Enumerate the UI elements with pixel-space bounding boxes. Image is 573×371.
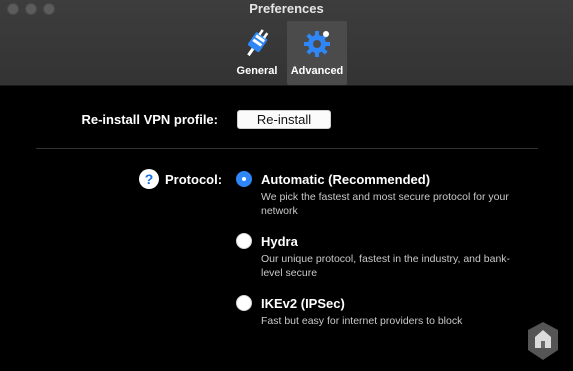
protocol-label: Protocol:	[165, 172, 223, 187]
radio-ikev2[interactable]	[236, 295, 252, 311]
gear-icon	[287, 26, 347, 60]
reinstall-button[interactable]: Re-install	[237, 110, 331, 129]
help-icon[interactable]: ?	[139, 169, 159, 189]
option-hydra-title: Hydra	[261, 234, 298, 249]
option-hydra-description: Our unique protocol, fastest in the indu…	[261, 253, 511, 279]
section-divider	[36, 148, 538, 149]
option-ikev2-description: Fast but easy for internet providers to …	[261, 315, 463, 327]
window-titlebar: Preferences General Advanced	[0, 0, 573, 86]
radio-automatic[interactable]	[236, 171, 252, 187]
radio-hydra[interactable]	[236, 233, 252, 249]
option-ikev2-title: IKEv2 (IPSec)	[261, 296, 345, 311]
tab-general-label: General	[236, 65, 278, 77]
option-automatic-title: Automatic (Recommended)	[261, 172, 431, 187]
option-automatic-description: We pick the fastest and most secure prot…	[261, 191, 509, 217]
vpn-plug-icon	[228, 26, 286, 60]
window-title: Preferences	[249, 1, 324, 16]
tab-advanced[interactable]: Advanced	[287, 21, 347, 85]
tab-general[interactable]: General	[228, 21, 286, 85]
tab-advanced-label: Advanced	[290, 65, 344, 77]
reinstall-vpn-label: Re-install VPN profile:	[81, 112, 218, 127]
watermark-shield-icon	[525, 320, 561, 367]
